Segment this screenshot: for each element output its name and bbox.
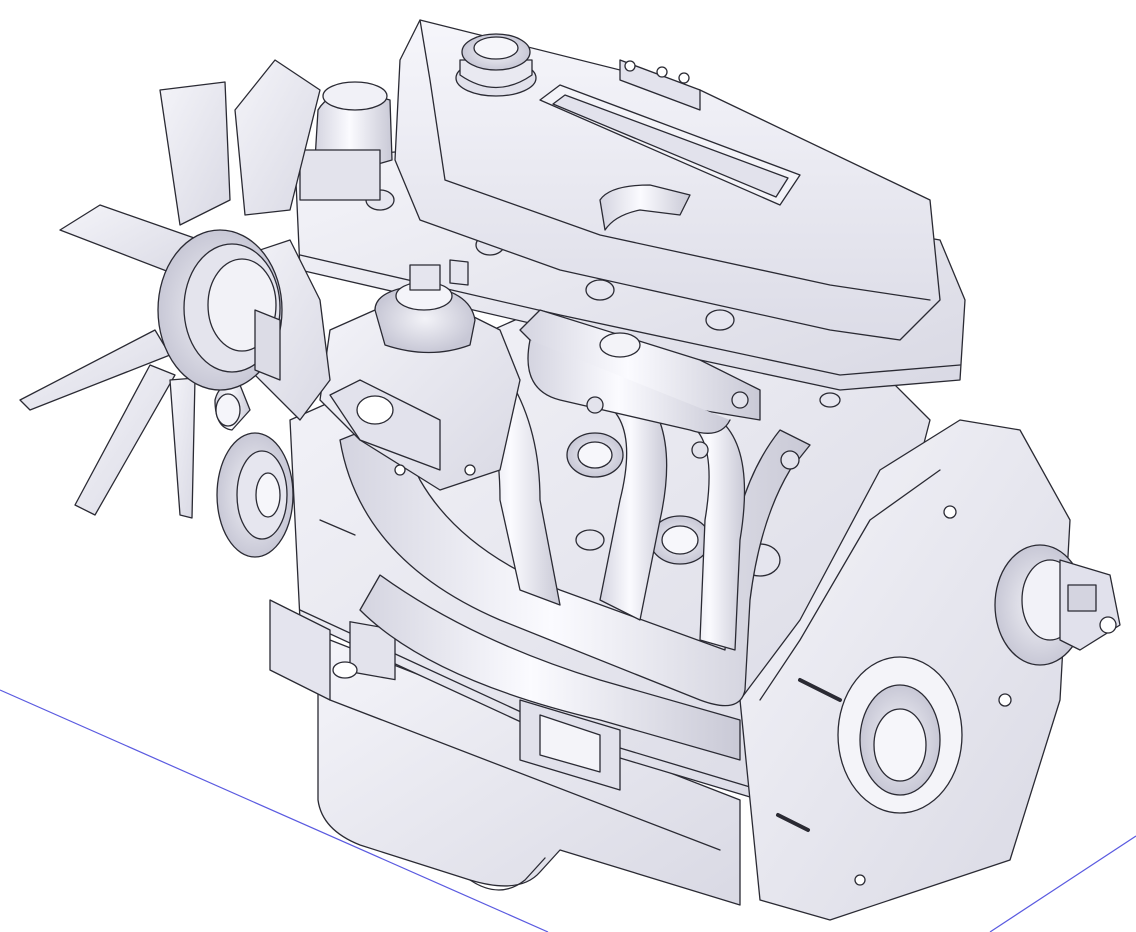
fan-blade: [169, 377, 196, 519]
crankshaft-pulley[interactable]: [216, 432, 294, 558]
fan-blade: [159, 81, 231, 226]
engine-model-render[interactable]: [0, 0, 1136, 932]
starter-motor[interactable]: [994, 544, 1121, 666]
fan-blade: [74, 364, 176, 516]
oil-filler-cap[interactable]: [455, 33, 537, 97]
cad-viewport[interactable]: [0, 0, 1136, 932]
